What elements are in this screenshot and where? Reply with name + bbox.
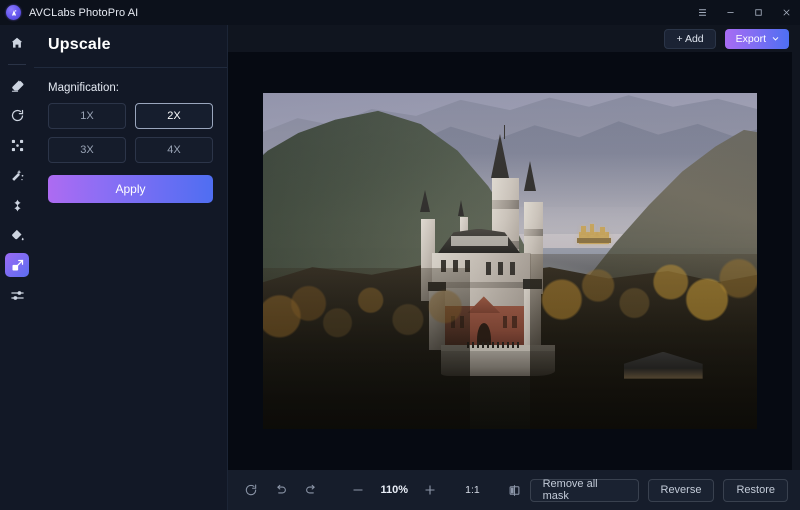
zoom-out-button[interactable] [343, 477, 373, 503]
export-button-label: Export [735, 32, 766, 45]
chevron-down-icon [772, 37, 779, 41]
left-panel: Upscale Magnification: 1X 2X 3X 4X Apply [34, 25, 228, 510]
window-controls [688, 0, 800, 25]
sidebar-item-magic-wand[interactable] [5, 163, 29, 187]
maximize-icon[interactable] [744, 0, 772, 25]
undo-icon[interactable] [266, 477, 296, 503]
image-canvas[interactable] [228, 52, 792, 470]
apply-button[interactable]: Apply [48, 175, 213, 203]
tool-rail [0, 25, 34, 510]
sidebar-item-enhance-corners[interactable] [5, 133, 29, 157]
magnification-option-1x[interactable]: 1X [48, 103, 126, 129]
zoom-in-button[interactable] [415, 477, 445, 503]
app-title: AVCLabs PhotoPro AI [29, 6, 139, 19]
sidebar-item-upscale[interactable] [5, 253, 29, 277]
sidebar-item-paint-drop[interactable] [5, 223, 29, 247]
add-button[interactable]: + Add [664, 28, 716, 49]
magnification-options: 1X 2X 3X 4X [48, 103, 213, 163]
restore-button[interactable]: Restore [723, 478, 788, 502]
avclabs-logo-icon [6, 5, 21, 20]
magnification-option-2x[interactable]: 2X [135, 103, 213, 129]
export-button[interactable]: Export [724, 28, 789, 49]
application-window: AVCLabs PhotoPro AI Upscale Magnificatio… [0, 0, 800, 510]
main-area: + Add Export 110% 1:1 Remove all mask Re… [228, 25, 800, 510]
magnification-option-4x[interactable]: 4X [135, 137, 213, 163]
preview-image[interactable] [263, 93, 757, 429]
split-compare-icon[interactable] [500, 477, 530, 503]
sidebar-item-home[interactable] [5, 31, 29, 55]
mask-actions: Remove all mask Reverse Restore [529, 478, 788, 502]
rail-divider [8, 64, 26, 65]
sidebar-item-eraser[interactable] [5, 73, 29, 97]
magnification-option-3x[interactable]: 3X [48, 137, 126, 163]
hamburger-menu-icon[interactable] [688, 0, 716, 25]
bottom-toolbar: 110% 1:1 Remove all mask Reverse Restore [228, 470, 800, 510]
redo-icon[interactable] [296, 477, 326, 503]
title-bar: AVCLabs PhotoPro AI [0, 0, 800, 25]
sidebar-item-refresh[interactable] [5, 103, 29, 127]
actual-size-button[interactable]: 1:1 [457, 484, 488, 496]
magnification-label: Magnification: [48, 82, 119, 94]
canvas-wrapper [228, 52, 800, 470]
reset-rotate-icon[interactable] [236, 477, 266, 503]
close-icon[interactable] [772, 0, 800, 25]
minimize-icon[interactable] [716, 0, 744, 25]
remove-all-mask-button[interactable]: Remove all mask [529, 478, 639, 502]
reverse-button[interactable]: Reverse [647, 478, 715, 502]
top-toolbar: + Add Export [228, 25, 800, 52]
zoom-level: 110% [380, 484, 409, 496]
body: Upscale Magnification: 1X 2X 3X 4X Apply… [0, 25, 800, 510]
panel-divider [34, 67, 227, 68]
page-title: Upscale [48, 36, 111, 53]
sidebar-item-adjust-sliders[interactable] [5, 283, 29, 307]
sidebar-item-retouch[interactable] [5, 193, 29, 217]
